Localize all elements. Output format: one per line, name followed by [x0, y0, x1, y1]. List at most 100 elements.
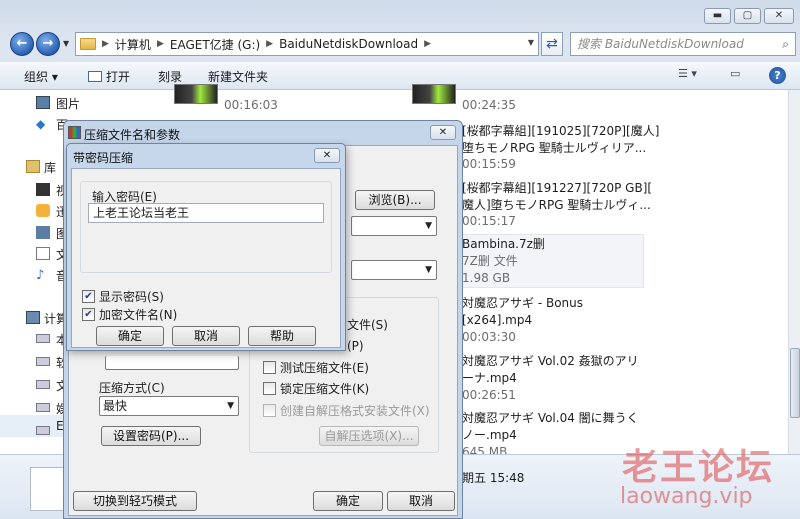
- music-icon: ♪: [36, 268, 45, 283]
- search-input[interactable]: 搜索 BaiduNetdiskDownload ⌕: [570, 32, 796, 56]
- preview-pane-icon[interactable]: ▭: [730, 67, 740, 85]
- lock-archive-label: 锁定压缩文件(K): [280, 382, 370, 396]
- address-dropdown-icon[interactable]: ▼: [528, 38, 534, 47]
- new-folder-button[interactable]: 新建文件夹: [208, 68, 268, 85]
- password-ok-button[interactable]: 确定: [96, 326, 164, 346]
- navigation-row: ← → ▼ ▶ 计算机 ▶ EAGET亿捷 (G:) ▶ BaiduNetdis…: [8, 30, 796, 58]
- file-name[interactable]: Bambina.7z删: [462, 235, 545, 253]
- forward-button[interactable]: →: [36, 32, 60, 56]
- archive-dialog-title: 压缩文件名和参数: [84, 128, 181, 142]
- file-name-line2[interactable]: [x264].mp4: [462, 311, 532, 329]
- password-dialog-body: 输入密码(E) 上老王论坛当老王 ✔ 显示密码(S) ✔ 加密文件名(N) 确定 取…: [71, 168, 341, 348]
- password-cancel-button[interactable]: 取消: [172, 326, 240, 346]
- burn-button[interactable]: 刻录: [158, 68, 182, 85]
- sfx-options-button[interactable]: 自解压选项(X)...: [319, 426, 419, 446]
- checkbox-box: [263, 404, 276, 417]
- switch-light-mode-button[interactable]: 切换到轻巧模式: [73, 491, 197, 511]
- file-name[interactable]: [桜都字幕組][191227][720P GB][: [462, 179, 652, 197]
- password-input[interactable]: 上老王论坛当老王: [88, 203, 324, 223]
- update-mode-combo[interactable]: ▼: [351, 260, 437, 280]
- compress-method-value: 最快: [103, 399, 128, 413]
- chevron-down-icon: ▼: [425, 265, 432, 275]
- chevron-down-icon: ▼: [425, 221, 432, 231]
- recent-pages-dropdown-icon[interactable]: ▼: [63, 39, 69, 48]
- archive-ok-button[interactable]: 确定: [313, 491, 383, 511]
- help-icon[interactable]: ?: [769, 67, 786, 84]
- checkbox-box: [263, 382, 276, 395]
- compress-method-combo[interactable]: 最快 ▼: [99, 396, 239, 416]
- file-name[interactable]: 対魔忍アサギ Vol.04 闇に舞うく: [462, 409, 639, 427]
- set-password-button[interactable]: 设置密码(P)...: [101, 426, 201, 446]
- checkbox-checked-icon: ✔: [82, 308, 95, 321]
- encrypt-filenames-checkbox[interactable]: ✔ 加密文件名(N): [82, 306, 177, 323]
- sfx-checkbox[interactable]: 创建自解压格式安装文件(X): [263, 402, 430, 419]
- file-meta: 00:16:03: [224, 98, 278, 112]
- file-name[interactable]: 対魔忍アサギ - Bonus: [462, 294, 583, 312]
- drive-icon: [36, 357, 50, 366]
- chevron-down-icon: ▼: [227, 401, 234, 411]
- password-help-button[interactable]: 帮助: [248, 326, 316, 346]
- file-size: 1.98 GB: [462, 271, 511, 285]
- password-dialog-title: 带密码压缩: [73, 151, 134, 165]
- compress-method-label: 压缩方式(C): [99, 381, 165, 395]
- file-meta: 00:26:51: [462, 388, 516, 402]
- back-button[interactable]: ←: [10, 32, 34, 56]
- open-icon: [88, 71, 102, 82]
- open-button[interactable]: 打开: [88, 68, 130, 85]
- winrar-icon: [68, 126, 81, 139]
- password-close-button[interactable]: ✕: [314, 148, 340, 163]
- drive-icon: [36, 403, 50, 412]
- video-icon: [36, 183, 50, 196]
- nav-item-pictures[interactable]: 图片: [56, 95, 80, 112]
- drive-icon: [36, 334, 50, 343]
- scrollbar-thumb[interactable]: [790, 348, 800, 418]
- library-icon: [26, 160, 40, 173]
- vertical-scrollbar[interactable]: [788, 90, 800, 454]
- modified-date: 期五 15:48: [462, 471, 525, 485]
- address-bar[interactable]: ▶ 计算机 ▶ EAGET亿捷 (G:) ▶ BaiduNetdiskDownl…: [75, 32, 539, 56]
- command-bar: 组织 ▾ 打开 刻录 新建文件夹 ☰ ▾ ▭ ?: [0, 62, 800, 90]
- nav-item-libraries[interactable]: 库: [44, 159, 56, 176]
- image-icon: [36, 226, 50, 239]
- archive-close-button[interactable]: ✕: [430, 125, 456, 140]
- file-name[interactable]: [桜都字幕組][191025][720P][魔人]: [462, 122, 659, 140]
- show-password-label: 显示密码(S): [99, 290, 164, 304]
- compression-level-combo[interactable]: [105, 356, 239, 370]
- encrypt-filenames-label: 加密文件名(N): [99, 308, 178, 322]
- breadcrumb-drive[interactable]: EAGET亿捷 (G:): [170, 36, 260, 53]
- lock-archive-checkbox[interactable]: 锁定压缩文件(K): [263, 380, 369, 397]
- organize-button[interactable]: 组织 ▾: [24, 68, 58, 85]
- baidu-icon: ◆: [36, 117, 46, 131]
- option-partial-label: 文件(S): [347, 318, 388, 332]
- test-archive-checkbox[interactable]: 测试压缩文件(E): [263, 359, 369, 376]
- archive-name-combo[interactable]: ▼: [351, 216, 437, 236]
- search-placeholder: 搜索 BaiduNetdiskDownload: [577, 37, 744, 51]
- view-options-icon[interactable]: ☰ ▾: [678, 67, 697, 85]
- search-icon[interactable]: ⌕: [782, 33, 789, 55]
- thunder-icon: [36, 204, 50, 217]
- breadcrumb-computer[interactable]: 计算机: [115, 36, 151, 53]
- video-thumbnail: [412, 84, 456, 104]
- file-meta: 00:15:17: [462, 214, 516, 228]
- sfx-label: 创建自解压格式安装文件(X): [280, 404, 430, 418]
- minimize-button[interactable]: ▬: [704, 8, 731, 24]
- computer-icon: [26, 311, 40, 324]
- file-name-line2[interactable]: ーナ.mp4: [462, 369, 517, 387]
- file-name[interactable]: 対魔忍アサギ Vol.02 姦獄のアリ: [462, 352, 639, 370]
- drive-icon: [36, 426, 50, 435]
- close-button[interactable]: ✕: [764, 8, 794, 24]
- show-password-checkbox[interactable]: ✔ 显示密码(S): [82, 288, 164, 305]
- refresh-button[interactable]: ⇄: [541, 32, 563, 56]
- breadcrumb-separator-icon: ▶: [156, 39, 164, 49]
- password-dialog: 带密码压缩 ✕ 输入密码(E) 上老王论坛当老王 ✔ 显示密码(S) ✔ 加密文件名…: [66, 143, 346, 351]
- archive-cancel-button[interactable]: 取消: [387, 491, 455, 511]
- browse-button[interactable]: 浏览(B)...: [355, 190, 435, 210]
- file-meta: 00:24:35: [462, 98, 516, 112]
- caption-buttons: ▬ ▢ ✕: [704, 8, 794, 24]
- option-partial-label: (P): [347, 339, 364, 353]
- maximize-button[interactable]: ▢: [734, 8, 761, 24]
- file-name-line2[interactable]: ノー.mp4: [462, 426, 517, 444]
- checkbox-box: [263, 361, 276, 374]
- breadcrumb-separator-icon: ▶: [102, 39, 109, 49]
- breadcrumb-folder[interactable]: BaiduNetdiskDownload: [279, 37, 418, 51]
